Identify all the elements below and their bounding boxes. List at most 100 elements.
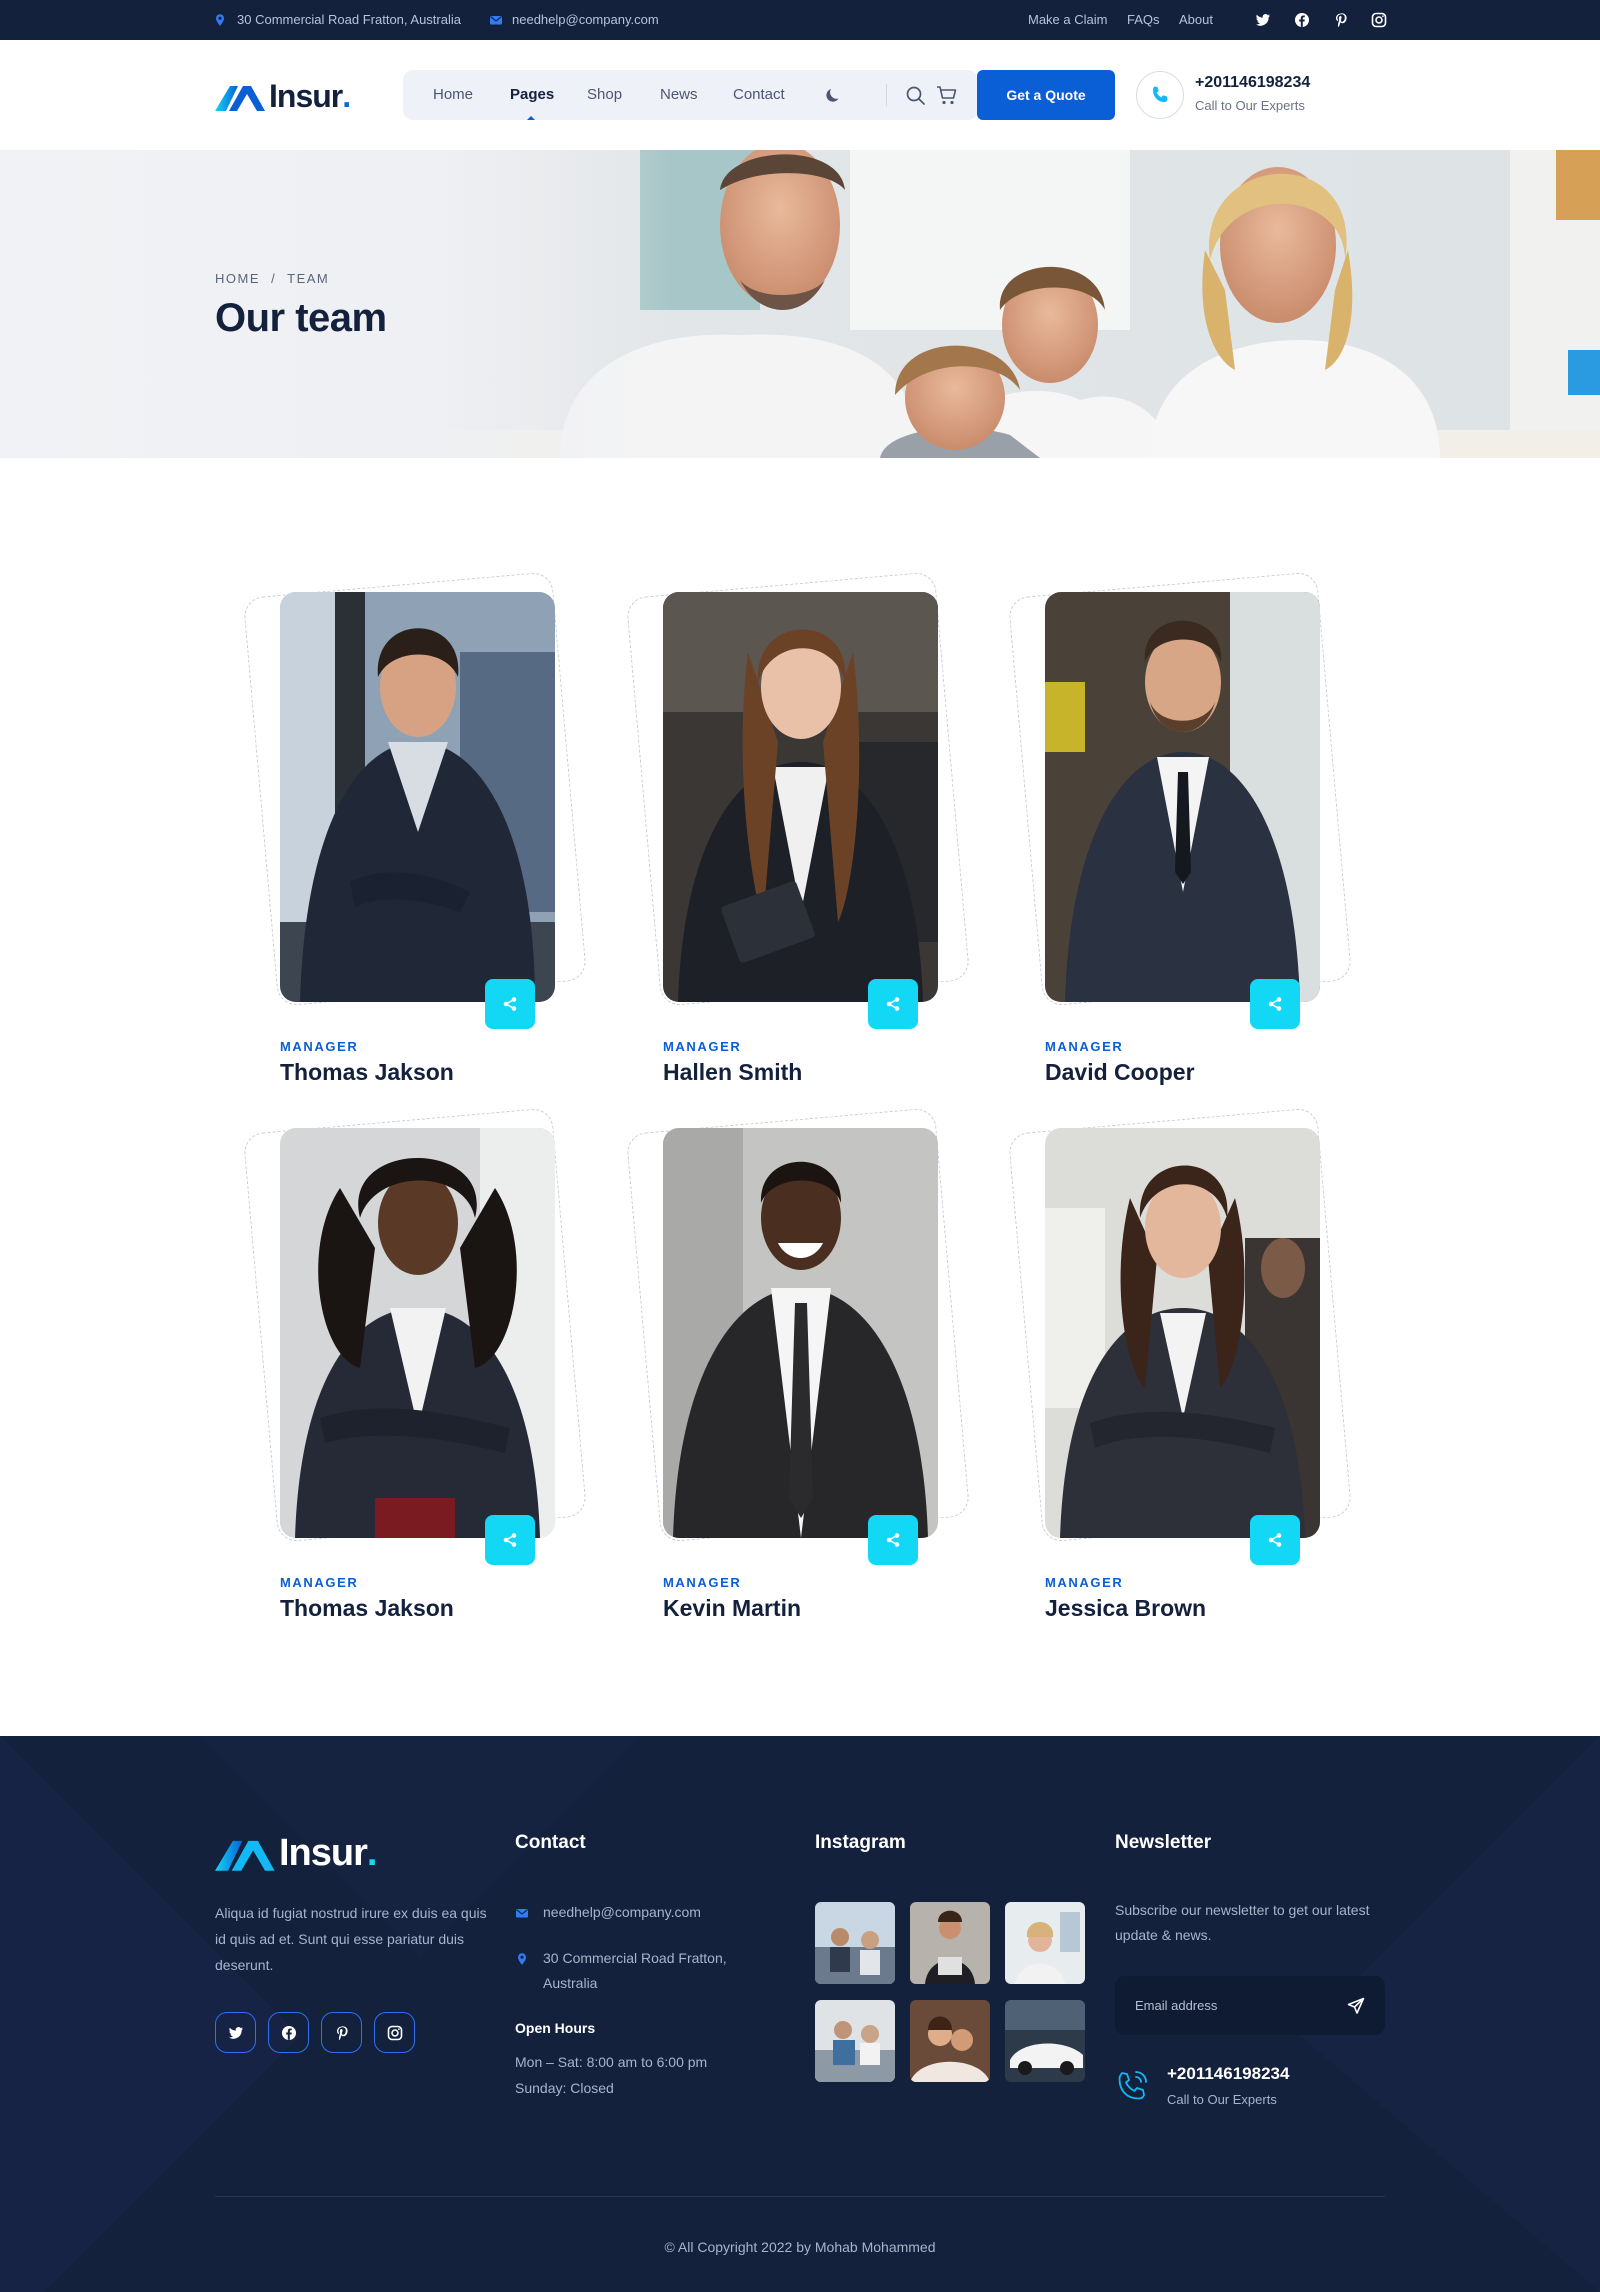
phone-call-icon — [1118, 2071, 1147, 2100]
copyright-text: © All Copyright 2022 by Mohab Mohammed — [664, 2239, 936, 2255]
instagram-thumbnail[interactable] — [910, 1902, 990, 1984]
phone-badge[interactable] — [1136, 71, 1184, 119]
share-icon — [503, 1533, 517, 1547]
search-icon[interactable] — [905, 85, 926, 106]
share-icon — [1268, 1533, 1282, 1547]
envelope-icon — [516, 1909, 528, 1918]
header-phone-number[interactable]: +201146198234 — [1195, 74, 1310, 92]
footer-facebook-button[interactable] — [268, 2012, 309, 2053]
logo-dot: . — [342, 78, 351, 114]
pinterest-icon — [337, 2026, 348, 2041]
get-a-quote-button[interactable]: Get a Quote — [977, 70, 1115, 120]
nav-pages[interactable]: Pages — [510, 70, 554, 120]
footer-pinterest-button[interactable] — [321, 2012, 362, 2053]
footer-logo[interactable]: Insur. — [215, 1832, 378, 1875]
instagram-thumbnail[interactable] — [815, 2000, 895, 2082]
breadcrumb: HOME / TEAM — [215, 271, 329, 286]
share-icon — [886, 1533, 900, 1547]
cart-icon[interactable] — [936, 85, 958, 106]
team-member-photo[interactable] — [663, 1128, 938, 1538]
share-button[interactable] — [868, 1515, 918, 1565]
footer-email[interactable]: needhelp@company.com — [543, 1900, 701, 1925]
topbar-link-about[interactable]: About — [1179, 0, 1213, 40]
topbar-link-faqs[interactable]: FAQs — [1127, 0, 1160, 40]
twitter-icon[interactable] — [1255, 12, 1271, 28]
footer-about-text: Aliqua id fugiat nostrud irure ex duis e… — [215, 1905, 487, 1973]
team-member-role: MANAGER — [1045, 1575, 1124, 1590]
main-nav: Home Pages Shop News Contact — [403, 70, 978, 120]
header-phone-subtitle: Call to Our Experts — [1195, 98, 1305, 113]
footer-contact-heading: Contact — [515, 1832, 586, 1853]
newsletter-email-placeholder: Email address — [1135, 1998, 1218, 2013]
send-paper-plane-icon[interactable] — [1347, 1997, 1365, 2015]
location-pin-icon — [216, 14, 224, 26]
footer-hours-heading: Open Hours — [515, 2020, 596, 2036]
topbar-address: 30 Commercial Road Fratton, Australia — [237, 12, 461, 27]
location-pin-icon — [518, 1953, 526, 1965]
breadcrumb-separator: / — [271, 271, 277, 286]
site-footer: Insur. Aliqua id fugiat nostrud irure ex… — [0, 1736, 1600, 2292]
team-member-name[interactable]: Kevin Martin — [663, 1595, 801, 1622]
footer-instagram-heading: Instagram — [815, 1832, 906, 1853]
team-member-photo[interactable] — [1045, 1128, 1320, 1538]
team-member-role: MANAGER — [663, 1575, 742, 1590]
share-button[interactable] — [1250, 1515, 1300, 1565]
instagram-thumbnail[interactable] — [1005, 1902, 1085, 1984]
footer-newsletter-heading: Newsletter — [1115, 1832, 1212, 1853]
team-member-photo[interactable] — [663, 592, 938, 1002]
footer-hours-sunday: Sunday: Closed — [515, 2080, 614, 2096]
team-member-name[interactable]: Thomas Jakson — [280, 1059, 454, 1086]
instagram-thumbnail[interactable] — [910, 2000, 990, 2082]
instagram-thumbnail[interactable] — [815, 1902, 895, 1984]
team-member-role: MANAGER — [1045, 1039, 1124, 1054]
nav-contact[interactable]: Contact — [733, 70, 785, 120]
footer-phone-number[interactable]: +201146198234 — [1167, 2064, 1289, 2084]
team-card: MANAGER Thomas Jakson — [242, 1107, 588, 1628]
nav-news[interactable]: News — [660, 70, 698, 120]
share-button[interactable] — [485, 1515, 535, 1565]
team-member-role: MANAGER — [280, 1039, 359, 1054]
dark-mode-moon-icon[interactable] — [825, 86, 843, 104]
topbar-email[interactable]: needhelp@company.com — [512, 0, 659, 40]
nav-shop[interactable]: Shop — [587, 70, 622, 120]
top-bar: 30 Commercial Road Fratton, Australia ne… — [0, 0, 1600, 40]
logo-mark-icon — [215, 1840, 275, 1871]
facebook-icon — [282, 2026, 296, 2040]
footer-address: 30 Commercial Road Fratton, Australia — [543, 1950, 727, 1991]
team-card: MANAGER David Cooper — [1007, 571, 1353, 1092]
share-button[interactable] — [868, 979, 918, 1029]
team-card: MANAGER Thomas Jakson — [242, 571, 588, 1092]
team-member-name[interactable]: Thomas Jakson — [280, 1595, 454, 1622]
topbar-link-make-a-claim[interactable]: Make a Claim — [1028, 0, 1107, 40]
share-icon — [503, 997, 517, 1011]
team-member-name[interactable]: Jessica Brown — [1045, 1595, 1206, 1622]
share-button[interactable] — [1250, 979, 1300, 1029]
share-icon — [886, 997, 900, 1011]
pinterest-icon[interactable] — [1333, 12, 1349, 28]
logo-text: Insur — [269, 78, 343, 114]
footer-phone-subtitle: Call to Our Experts — [1167, 2092, 1277, 2107]
breadcrumb-home[interactable]: HOME — [215, 271, 260, 286]
team-member-photo[interactable] — [280, 1128, 555, 1538]
facebook-icon[interactable] — [1294, 12, 1310, 28]
newsletter-email-field[interactable]: Email address — [1115, 1976, 1385, 2035]
site-logo[interactable]: Insur. — [215, 78, 351, 115]
team-member-photo[interactable] — [1045, 592, 1320, 1002]
team-member-name[interactable]: David Cooper — [1045, 1059, 1195, 1086]
footer-logo-dot: . — [366, 1832, 378, 1874]
nav-home[interactable]: Home — [433, 70, 473, 120]
newsletter-description: Subscribe our newsletter to get our late… — [1115, 1902, 1370, 1943]
footer-logo-text: Insur — [279, 1832, 368, 1874]
instagram-thumbnail[interactable] — [1005, 2000, 1085, 2082]
envelope-icon — [490, 16, 502, 25]
twitter-icon — [229, 2027, 243, 2039]
footer-twitter-button[interactable] — [215, 2012, 256, 2053]
phone-icon — [1153, 86, 1168, 102]
team-member-photo[interactable] — [280, 592, 555, 1002]
footer-instagram-button[interactable] — [374, 2012, 415, 2053]
active-nav-indicator — [527, 116, 535, 120]
instagram-icon[interactable] — [1371, 12, 1387, 28]
team-card: MANAGER Jessica Brown — [1007, 1107, 1353, 1628]
team-member-name[interactable]: Hallen Smith — [663, 1059, 802, 1086]
share-button[interactable] — [485, 979, 535, 1029]
